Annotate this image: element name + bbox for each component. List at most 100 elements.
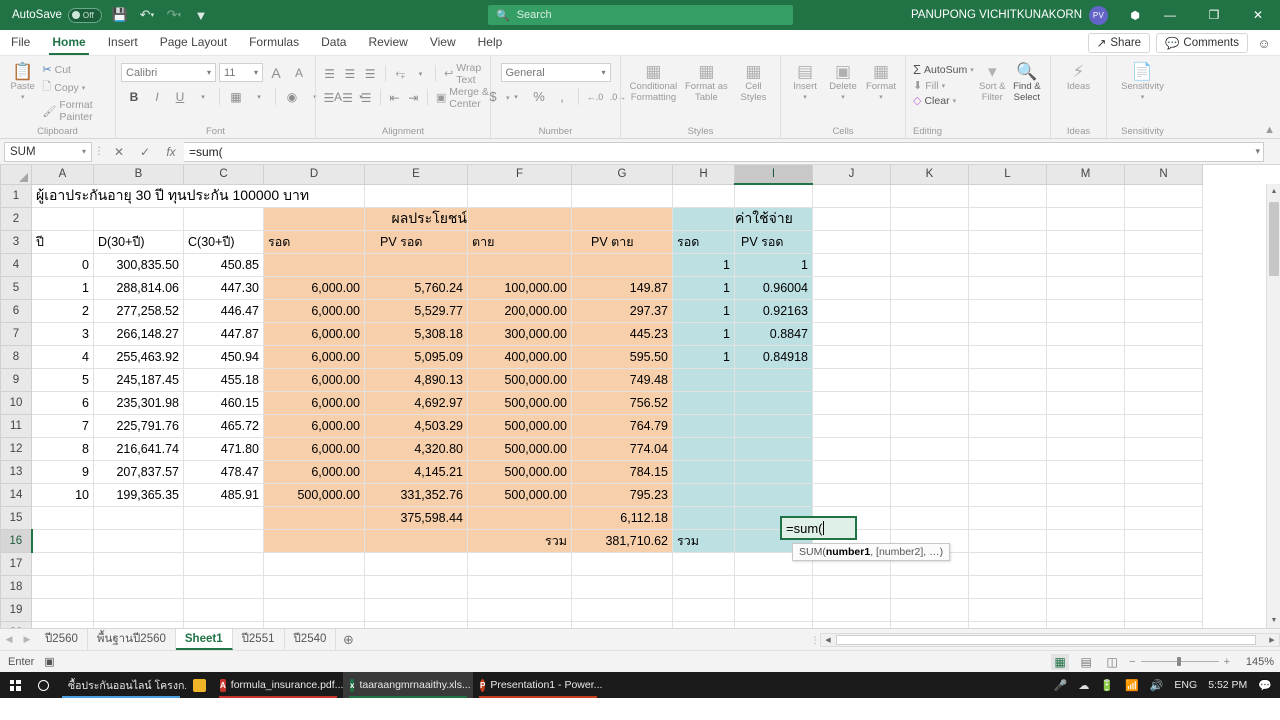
- cell-J13[interactable]: [812, 459, 891, 484]
- split-handle[interactable]: ⋮: [810, 635, 820, 646]
- chevron-down-icon[interactable]: ▾: [249, 87, 269, 107]
- cell-A8[interactable]: 4: [31, 344, 94, 369]
- sensitivity-button[interactable]: 📄 Sensitivity ▾: [1112, 59, 1173, 102]
- cell-I3[interactable]: PV รอด: [734, 229, 813, 254]
- font-name-input[interactable]: Calibri ▾: [121, 63, 216, 82]
- cell-E10[interactable]: 4,692.97: [364, 390, 468, 415]
- cell-J1[interactable]: [812, 183, 891, 208]
- cell-D19[interactable]: [263, 597, 365, 622]
- cell-G20[interactable]: [571, 620, 673, 628]
- cell-D16[interactable]: [263, 528, 365, 553]
- cell-M16[interactable]: [1046, 528, 1125, 553]
- row-header-11[interactable]: 11: [0, 413, 32, 438]
- cell-G18[interactable]: [571, 574, 673, 599]
- collapse-ribbon-icon[interactable]: ▲: [1264, 124, 1275, 136]
- cell-J20[interactable]: [812, 620, 891, 628]
- sort-filter-button[interactable]: ▾ Sort & Filter: [976, 59, 1009, 104]
- column-header-c[interactable]: C: [183, 165, 264, 185]
- column-header-f[interactable]: F: [467, 165, 572, 185]
- cell-K13[interactable]: [890, 459, 969, 484]
- cell-E18[interactable]: [364, 574, 468, 599]
- cell-I18[interactable]: [734, 574, 813, 599]
- cell-J5[interactable]: [812, 275, 891, 300]
- sheet-tab-sheet1[interactable]: Sheet1: [175, 629, 233, 650]
- cell-M19[interactable]: [1046, 597, 1125, 622]
- share-button[interactable]: ↗ Share: [1087, 33, 1151, 53]
- delete-cells-button[interactable]: ▣ Delete ▾: [824, 59, 862, 102]
- taskbar-item-excel[interactable]: x taaraangmrnaaithy.xls...: [343, 672, 473, 698]
- align-bottom-button[interactable]: ☰: [362, 64, 379, 84]
- cell-D10[interactable]: 6,000.00: [263, 390, 365, 415]
- cell-H13[interactable]: [672, 459, 735, 484]
- cell-L7[interactable]: [968, 321, 1047, 346]
- cell-G5[interactable]: 149.87: [571, 275, 673, 300]
- sheet-tab-pi2551[interactable]: ปี2551: [233, 629, 285, 650]
- cell-M18[interactable]: [1046, 574, 1125, 599]
- cell-C10[interactable]: 460.15: [183, 390, 264, 415]
- cell-D15[interactable]: [263, 505, 365, 530]
- account-name[interactable]: PANUPONG VICHITKUNAKORN: [911, 9, 1082, 21]
- tab-data[interactable]: Data: [310, 30, 357, 55]
- next-sheet-icon[interactable]: ▶: [18, 634, 36, 645]
- align-right-button[interactable]: ☰: [358, 88, 374, 108]
- cell-E2[interactable]: ผลประโยชน์: [364, 206, 468, 231]
- row-header-19[interactable]: 19: [0, 597, 32, 622]
- cell-A4[interactable]: 0: [31, 252, 94, 277]
- font-size-input[interactable]: 11 ▾: [219, 63, 263, 82]
- microphone-icon[interactable]: 🎤: [1054, 679, 1068, 692]
- cell-A17[interactable]: [31, 551, 94, 576]
- row-header-5[interactable]: 5: [0, 275, 32, 300]
- cell-J18[interactable]: [812, 574, 891, 599]
- cell-N11[interactable]: [1124, 413, 1203, 438]
- column-header-b[interactable]: B: [93, 165, 184, 185]
- insert-cells-button[interactable]: ▤ Insert ▾: [786, 59, 824, 102]
- cell-B13[interactable]: 207,837.57: [93, 459, 184, 484]
- cell-N5[interactable]: [1124, 275, 1203, 300]
- find-select-button[interactable]: 🔍 Find & Select: [1009, 59, 1045, 104]
- autosave-toggle[interactable]: AutoSave Off: [12, 7, 102, 23]
- cell-M5[interactable]: [1046, 275, 1125, 300]
- cell-C4[interactable]: 450.85: [183, 252, 264, 277]
- cell-B12[interactable]: 216,641.74: [93, 436, 184, 461]
- tab-file[interactable]: File: [0, 30, 41, 55]
- cancel-icon[interactable]: ✕: [106, 141, 132, 163]
- cell-L11[interactable]: [968, 413, 1047, 438]
- cell-C14[interactable]: 485.91: [183, 482, 264, 507]
- cell-F4[interactable]: [467, 252, 572, 277]
- cell-C8[interactable]: 450.94: [183, 344, 264, 369]
- cell-L17[interactable]: [968, 551, 1047, 576]
- cell-D2[interactable]: [263, 206, 365, 231]
- clock[interactable]: 5:52 PM: [1208, 679, 1247, 691]
- cell-C13[interactable]: 478.47: [183, 459, 264, 484]
- cell-H10[interactable]: [672, 390, 735, 415]
- align-middle-button[interactable]: ☰: [341, 64, 358, 84]
- chevron-down-icon[interactable]: ▾: [193, 87, 213, 107]
- row-header-2[interactable]: 2: [0, 206, 32, 231]
- fill-button[interactable]: ⬇ Fill ▾: [911, 79, 976, 93]
- clear-button[interactable]: ◇ Clear ▾: [911, 94, 976, 108]
- row-header-20[interactable]: 20: [0, 620, 32, 628]
- zoom-out-button[interactable]: −: [1129, 656, 1135, 668]
- cell-G16[interactable]: 381,710.62: [571, 528, 673, 553]
- cell-F7[interactable]: 300,000.00: [467, 321, 572, 346]
- cell-G15[interactable]: 6,112.18: [571, 505, 673, 530]
- cell-G1[interactable]: [571, 183, 673, 208]
- column-header-m[interactable]: M: [1046, 165, 1125, 185]
- cell-D20[interactable]: [263, 620, 365, 628]
- cell-B16[interactable]: [93, 528, 184, 553]
- cell-E20[interactable]: [364, 620, 468, 628]
- cell-E15[interactable]: 375,598.44: [364, 505, 468, 530]
- cell-N17[interactable]: [1124, 551, 1203, 576]
- column-header-e[interactable]: E: [364, 165, 468, 185]
- cell-F9[interactable]: 500,000.00: [467, 367, 572, 392]
- cell-D9[interactable]: 6,000.00: [263, 367, 365, 392]
- cell-A9[interactable]: 5: [31, 367, 94, 392]
- cell-L5[interactable]: [968, 275, 1047, 300]
- align-left-button[interactable]: ☰: [321, 88, 337, 108]
- cell-L1[interactable]: [968, 183, 1047, 208]
- cell-M10[interactable]: [1046, 390, 1125, 415]
- cell-F16[interactable]: รวม: [467, 528, 572, 553]
- row-header-17[interactable]: 17: [0, 551, 32, 576]
- cell-N2[interactable]: [1124, 206, 1203, 231]
- cell-M6[interactable]: [1046, 298, 1125, 323]
